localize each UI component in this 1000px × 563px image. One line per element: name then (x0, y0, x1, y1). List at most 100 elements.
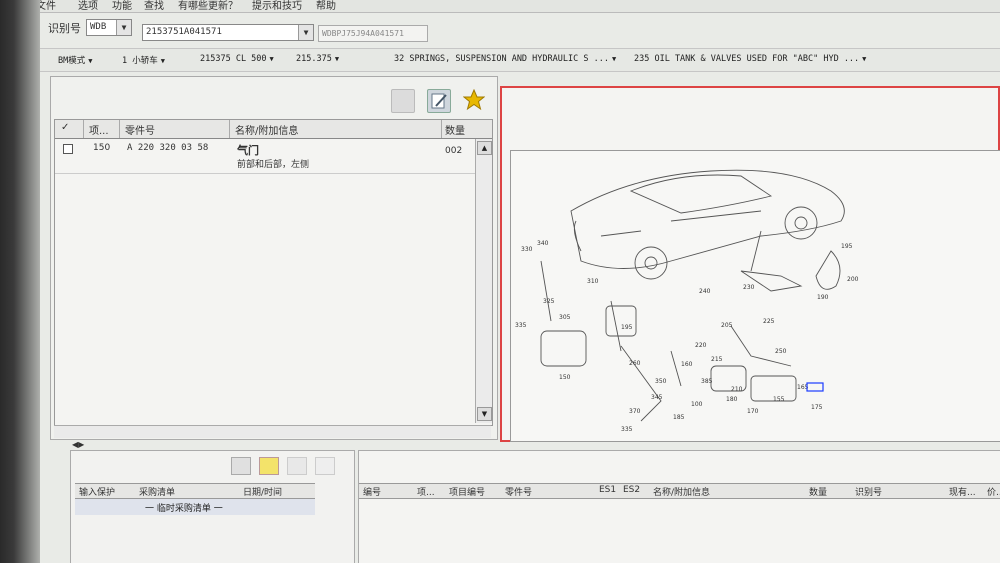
delete-icon[interactable] (315, 457, 335, 475)
col-es1[interactable]: ES1 (599, 485, 616, 495)
col-check[interactable]: ✓ (61, 122, 69, 133)
row-item: 150 (93, 143, 111, 153)
prefix-select[interactable]: WDB ▼ (86, 19, 132, 36)
menu-function[interactable]: 功能 (112, 0, 132, 12)
parts-pane: ✓ 项... 零件号 名称/附加信息 数量 150 A 220 320 03 5… (50, 76, 498, 440)
col-item[interactable]: 项... (89, 122, 109, 137)
callout-label[interactable]: 325 (543, 298, 555, 305)
scroll-up-icon[interactable]: ▲ (477, 141, 492, 155)
horizontal-scrollbar[interactable] (54, 425, 491, 438)
callout-label[interactable]: 340 (537, 240, 549, 247)
copy-icon[interactable] (287, 457, 307, 475)
col-name[interactable]: 名称/附加信息 (653, 485, 710, 498)
callout-label[interactable]: 205 (721, 322, 733, 329)
col-price[interactable]: 价... (987, 485, 1000, 498)
star-shape (462, 88, 486, 111)
edit-icon[interactable] (427, 89, 451, 113)
folder-icon[interactable] (259, 457, 279, 475)
callout-label[interactable]: 385 (701, 378, 713, 385)
callout-label[interactable]: 160 (681, 361, 693, 368)
menu-options[interactable]: 选项 (78, 0, 98, 12)
col-qty[interactable]: 数量 (809, 485, 827, 498)
crumb-mode[interactable]: BM模式 ▼ (58, 54, 92, 66)
callout-label[interactable]: 305 (559, 314, 571, 321)
selected-callout-highlight (806, 382, 824, 392)
callout-label[interactable]: 250 (775, 348, 787, 355)
col-item[interactable]: 项... (417, 485, 435, 498)
exploded-diagram[interactable]: 330 340 325 335 310 305 195 150 350 345 370 335 240 2… (510, 150, 1000, 442)
callout-label[interactable]: 345 (651, 394, 663, 401)
col-part-no[interactable]: 零件号 (125, 122, 155, 137)
callout-label[interactable]: 210 (731, 386, 743, 393)
list-item[interactable]: 一 临时采购清单 一 (75, 499, 315, 515)
callout-label[interactable]: 330 (521, 246, 533, 253)
col-vin[interactable]: 识别号 (855, 485, 882, 498)
order-pane: 编号 项... 项目编号 零件号 ES1 ES2 名称/附加信息 数量 识别号 … (358, 450, 1000, 563)
menu-updates[interactable]: 有哪些更新？ (178, 0, 238, 12)
callout-label[interactable]: 310 (587, 278, 599, 285)
callout-label[interactable]: 260 (629, 360, 641, 367)
chevron-down-icon[interactable]: ▼ (298, 25, 313, 40)
list-icon[interactable] (231, 457, 251, 475)
col-es2[interactable]: ES2 (623, 485, 640, 495)
vertical-scrollbar[interactable]: ▲ ▼ (475, 139, 492, 423)
row-checkbox[interactable] (63, 144, 73, 154)
row-name: 气门 (237, 144, 259, 157)
callout-label[interactable]: 335 (515, 322, 527, 329)
menu-help[interactable]: 帮助 (316, 0, 336, 12)
callout-label[interactable]: 350 (655, 378, 667, 385)
col-stock[interactable]: 现有... (949, 485, 976, 498)
col-name[interactable]: 名称/附加信息 (235, 122, 298, 137)
id-label: 识别号 (48, 22, 81, 35)
callout-label[interactable]: 195 (621, 324, 633, 331)
callout-label[interactable]: 180 (726, 396, 738, 403)
chevron-down-icon: ▼ (862, 55, 867, 63)
callout-label[interactable]: 175 (811, 404, 823, 411)
callout-label[interactable]: 150 (559, 374, 571, 381)
parts-table-header: ✓ 项... 零件号 名称/附加信息 数量 (55, 120, 492, 139)
callout-label[interactable]: 200 (847, 276, 859, 283)
scroll-down-icon[interactable]: ▼ (477, 407, 492, 421)
callout-label[interactable]: 335 (621, 426, 633, 433)
menu-tips[interactable]: 提示和技巧 (252, 0, 302, 12)
crumb-group[interactable]: 32 SPRINGS, SUSPENSION AND HYDRAULIC S .… (394, 54, 616, 64)
col-purchase-list[interactable]: 采购清单 (139, 485, 175, 498)
chevron-down-icon[interactable]: ▼ (116, 20, 131, 35)
callout-label[interactable]: 195 (841, 243, 853, 250)
row-qty: 002 (445, 146, 463, 156)
col-part-no[interactable]: 零件号 (505, 485, 532, 498)
callout-label[interactable]: 215 (711, 356, 723, 363)
chevron-down-icon: ▼ (611, 55, 617, 63)
table-row[interactable]: 150 A 220 320 03 58 气门 前部和后部，左侧 002 (55, 139, 475, 174)
callout-label[interactable]: 190 (817, 294, 829, 301)
col-datetime[interactable]: 日期/时间 (243, 485, 282, 498)
callout-label[interactable]: 220 (695, 342, 707, 349)
crumb-subgroup[interactable]: 235 OIL TANK & VALVES USED FOR "ABC" HYD… (634, 54, 866, 64)
crumb-type[interactable]: 215.375 ▼ (296, 54, 339, 64)
col-qty[interactable]: 数量 (445, 122, 465, 137)
callout-label[interactable]: 170 (747, 408, 759, 415)
callout-label[interactable]: 230 (743, 284, 755, 291)
col-item-no[interactable]: 项目编号 (449, 485, 485, 498)
callout-label[interactable]: 155 (773, 396, 785, 403)
splitter-arrows[interactable]: ◀▶ (72, 440, 84, 449)
star-icon[interactable] (462, 88, 486, 111)
chevron-down-icon: ▼ (160, 57, 165, 65)
diagram-svg: 330 340 325 335 310 305 195 150 350 345 370 335 240 2… (515, 169, 859, 433)
callout-label[interactable]: 240 (699, 288, 711, 295)
col-input-protect[interactable]: 输入保护 (79, 485, 115, 498)
callout-label[interactable]: 225 (763, 318, 775, 325)
crumb-vehicle[interactable]: 1 小轿车 ▼ (122, 54, 165, 66)
chevron-down-icon: ▼ (334, 55, 340, 63)
callout-label[interactable]: 100 (691, 401, 703, 408)
col-no[interactable]: 编号 (363, 485, 381, 498)
callout-label[interactable]: 370 (629, 408, 641, 415)
callout-label[interactable]: 185 (673, 414, 685, 421)
menu-file[interactable]: 文件 (40, 0, 56, 12)
id-input[interactable]: 2153751A041571 ▼ (142, 24, 314, 41)
document-icon[interactable] (391, 89, 415, 113)
diagram-pane: 330 340 325 335 310 305 195 150 350 345 370 335 240 2… (500, 86, 1000, 442)
chevron-down-icon: ▼ (269, 55, 274, 63)
menu-search[interactable]: 查找 (144, 0, 164, 12)
crumb-model[interactable]: 215375 CL 500 ▼ (200, 54, 274, 64)
